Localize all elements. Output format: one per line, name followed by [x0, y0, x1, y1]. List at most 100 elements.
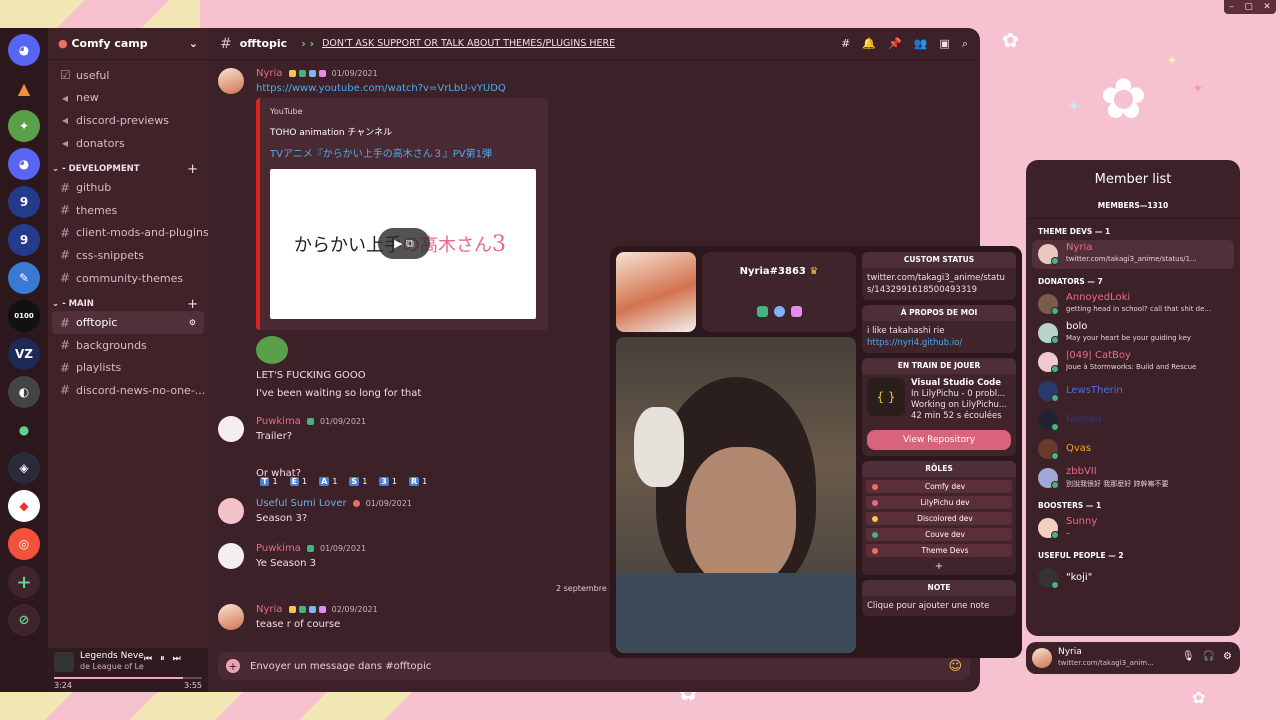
- member-row[interactable]: Nomad: [1032, 406, 1234, 435]
- add-channel-icon[interactable]: +: [187, 297, 198, 312]
- avatar[interactable]: [218, 543, 244, 569]
- channel-donators[interactable]: ◂ donators: [48, 132, 208, 155]
- member-row[interactable]: "koji": [1032, 564, 1234, 593]
- role-chip[interactable]: Comfy dev: [866, 480, 1012, 493]
- microphone-icon[interactable]: 🎙: [1182, 651, 1195, 662]
- server-icon[interactable]: VZ: [8, 338, 40, 370]
- member-row[interactable]: bolo May your heart be your guiding key: [1032, 319, 1234, 348]
- channel-topic[interactable]: DON'T ASK SUPPORT OR TALK ABOUT THEMES/P…: [322, 38, 615, 49]
- server-icon[interactable]: ●: [8, 414, 40, 446]
- next-icon[interactable]: ⏭: [173, 654, 189, 664]
- invite-gear-icon[interactable]: ⚙: [189, 318, 196, 327]
- server-icon[interactable]: ✎: [8, 262, 40, 294]
- server-icon[interactable]: ◐: [8, 376, 40, 408]
- channel-discord-previews[interactable]: ◂ discord-previews: [48, 109, 208, 132]
- inbox-icon[interactable]: ▣: [939, 37, 949, 51]
- author-name[interactable]: Nyria: [256, 604, 282, 615]
- server-icon[interactable]: ◎: [8, 528, 40, 560]
- channel-backgrounds[interactable]: # backgrounds: [48, 334, 208, 357]
- previous-icon[interactable]: ⏮: [144, 654, 160, 664]
- channel-discord-news[interactable]: # discord-news-no-one-...: [48, 379, 208, 402]
- author-name[interactable]: Puwkima: [256, 416, 301, 427]
- progress-bar[interactable]: [54, 677, 202, 679]
- channel-client-mods[interactable]: # client-mods-and-plugins: [48, 222, 208, 245]
- member-row[interactable]: Sunny –: [1032, 514, 1234, 543]
- server-icon[interactable]: 9: [8, 224, 40, 256]
- minimize-icon[interactable]: –: [1229, 2, 1234, 12]
- message-link[interactable]: https://www.youtube.com/watch?v=VrLbU-vY…: [256, 83, 506, 94]
- member-avatar: [1038, 439, 1059, 460]
- role-chip[interactable]: Theme Devs: [866, 544, 1012, 557]
- explore-servers-button[interactable]: ⊘: [8, 604, 40, 636]
- discord-home-icon[interactable]: ◕: [8, 34, 40, 66]
- headphones-icon[interactable]: 🎧: [1203, 651, 1215, 662]
- member-row[interactable]: Qvas: [1032, 435, 1234, 464]
- emoji-icon[interactable]: ☺: [948, 659, 962, 674]
- channel-offtopic[interactable]: # offtopic ⚙: [52, 311, 204, 334]
- member-row[interactable]: |049| CatBoy Joue à Stormworks: Build and…: [1032, 348, 1234, 377]
- user-avatar[interactable]: [1032, 648, 1052, 668]
- server-icon[interactable]: ◆: [8, 490, 40, 522]
- view-repository-button[interactable]: View Repository: [867, 430, 1011, 450]
- gear-icon[interactable]: ⚙: [1223, 651, 1232, 662]
- threads-icon[interactable]: #: [841, 37, 850, 51]
- member-row[interactable]: Nyria twitter.com/takagi3_anime/status/1.…: [1032, 240, 1234, 269]
- server-icon[interactable]: ✦: [8, 110, 40, 142]
- author-name[interactable]: Nyria: [256, 68, 282, 79]
- role-chip[interactable]: Discolored dev: [866, 512, 1012, 525]
- badge-icon[interactable]: [756, 306, 768, 317]
- add-server-button[interactable]: +: [8, 566, 40, 598]
- add-role-button[interactable]: +: [862, 560, 1016, 575]
- member-row[interactable]: LewsTherin: [1032, 377, 1234, 406]
- avatar[interactable]: [218, 68, 244, 94]
- role-chip[interactable]: Couve dev: [866, 528, 1012, 541]
- pin-icon[interactable]: 📌: [888, 37, 902, 51]
- badge-icon[interactable]: [790, 306, 802, 317]
- server-icon[interactable]: 9: [8, 186, 40, 218]
- play-button[interactable]: ▶ ⧉: [378, 228, 430, 259]
- avatar[interactable]: [218, 498, 244, 524]
- pause-icon[interactable]: ⏸: [160, 654, 173, 664]
- role-chip[interactable]: LilyPichu dev: [866, 496, 1012, 509]
- bell-icon[interactable]: 🔔: [862, 37, 876, 51]
- author-name[interactable]: Puwkima: [256, 543, 301, 554]
- about-link[interactable]: https://nyri4.github.io/: [867, 337, 1011, 349]
- embed-author[interactable]: TOHO animation チャンネル: [270, 125, 392, 138]
- reaction[interactable]: A1: [315, 476, 342, 487]
- server-icon[interactable]: ◕: [8, 148, 40, 180]
- close-icon[interactable]: ✕: [1263, 2, 1271, 12]
- member-row[interactable]: AnnoyedLoki getting head in school? call …: [1032, 290, 1234, 319]
- server-icon[interactable]: 0100: [8, 300, 40, 332]
- channel-new[interactable]: ◂ new: [48, 87, 208, 110]
- member-row[interactable]: zbbVII 別說我很好 我那麼好 妳幹嘛不要: [1032, 464, 1234, 493]
- maximize-icon[interactable]: ▢: [1244, 2, 1253, 12]
- reaction[interactable]: S1: [345, 476, 372, 487]
- category-main[interactable]: ⌄ - MAIN +: [48, 289, 208, 312]
- members-icon[interactable]: 👥: [914, 37, 928, 51]
- server-comfy-camp[interactable]: ▲: [8, 72, 40, 104]
- channel-community-themes[interactable]: # community-themes: [48, 267, 208, 290]
- channel-themes[interactable]: # themes: [48, 199, 208, 222]
- category-development[interactable]: ⌄ - DEVELOPMENT +: [48, 154, 208, 177]
- channel-css-snippets[interactable]: # css-snippets: [48, 244, 208, 267]
- badge-icon[interactable]: [773, 306, 785, 317]
- note-input[interactable]: Clique pour ajouter une note: [862, 596, 1016, 616]
- server-icon[interactable]: ◈: [8, 452, 40, 484]
- upload-plus-icon[interactable]: +: [226, 659, 240, 673]
- message-input[interactable]: [250, 660, 939, 672]
- embed-thumbnail[interactable]: からかい上手の高木さん3 ▶ ⧉: [270, 169, 536, 319]
- embed-title[interactable]: TVアニメ『からかい上手の高木さん３』PV第1弾: [270, 145, 492, 160]
- guild-header[interactable]: ● Comfy camp ⌄: [48, 28, 208, 60]
- channel-playlists[interactable]: # playlists: [48, 357, 208, 380]
- avatar[interactable]: [218, 604, 244, 630]
- channel-github[interactable]: # github: [48, 176, 208, 199]
- avatar[interactable]: [218, 416, 244, 442]
- profile-tag[interactable]: Nyria#3863: [740, 266, 806, 277]
- member-list-title: Member list: [1094, 172, 1172, 187]
- author-name[interactable]: Useful Sumi Lover: [256, 498, 347, 509]
- channel-useful[interactable]: ☑ useful: [48, 64, 208, 87]
- reaction[interactable]: 31: [375, 476, 401, 487]
- add-channel-icon[interactable]: +: [187, 162, 198, 177]
- search-icon[interactable]: ⌕: [962, 37, 968, 51]
- reaction[interactable]: R1: [404, 476, 432, 487]
